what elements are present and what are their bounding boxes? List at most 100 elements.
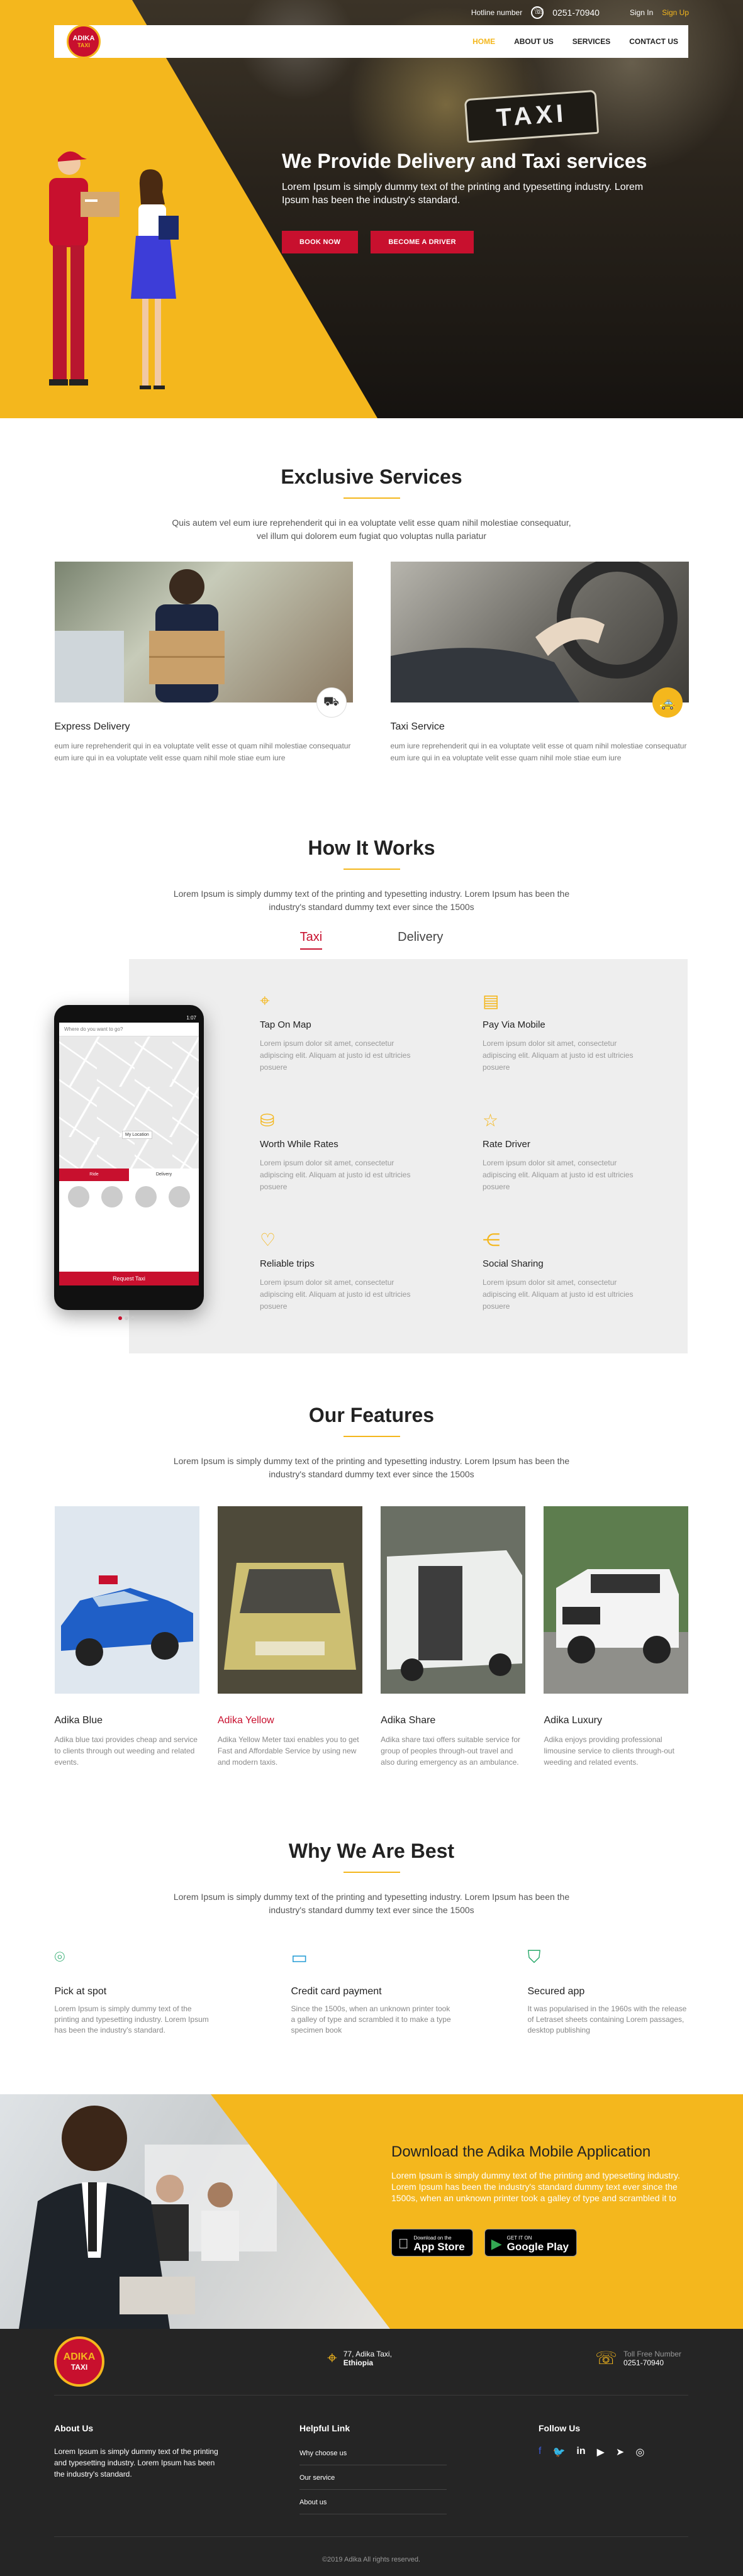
address-line: 77, Adika Taxi,	[343, 2349, 392, 2358]
carousel-dot[interactable]	[131, 1316, 135, 1320]
hero-buttons: BOOK NOW BECOME A DRIVER	[282, 231, 474, 253]
features-section: Our Features Lorem Ipsum is simply dummy…	[0, 1404, 743, 1768]
youtube-icon[interactable]: ▶	[597, 2446, 605, 2458]
carousel-dot[interactable]	[125, 1316, 128, 1320]
phone-screen: 1:07 Where do you want to go? My Locatio…	[59, 1015, 199, 1285]
how-item-title: Worth While Rates	[260, 1139, 338, 1150]
courier-figure	[49, 151, 120, 386]
secure-card-icon: ⛉	[527, 1947, 541, 1967]
blue-car-photo	[54, 1506, 199, 1694]
site-footer: ADIKA TAXI ⌖ 77, Adika Taxi, Ethiopia ☏ …	[0, 2329, 743, 2576]
hotline-number[interactable]: 0251-70940	[552, 8, 600, 18]
title-divider	[343, 1436, 400, 1437]
why-title: Why We Are Best	[288, 1840, 455, 1862]
app-store-button[interactable]:  Download on the App Store	[391, 2229, 473, 2257]
signin-link[interactable]: Sign In	[630, 8, 653, 17]
white-van-photo	[381, 1506, 526, 1694]
how-panel: ⌖ Tap On Map Lorem ipsum dolor sit amet,…	[129, 959, 688, 1353]
services-title: Exclusive Services	[281, 465, 462, 488]
service-card-delivery[interactable]: ⛟ Express Delivery eum iure reprehenderi…	[54, 562, 353, 764]
tab-taxi[interactable]: Taxi	[299, 930, 323, 950]
feature-text: Adika enjoys providing professional limo…	[544, 1735, 674, 1767]
google-play-big: Google Play	[496, 2240, 569, 2253]
twitter-icon[interactable]: 🐦	[552, 2446, 565, 2458]
footer-help-title: Helpful Link	[299, 2423, 350, 2433]
how-item: ▤ Pay Via Mobile Lorem ipsum dolor sit a…	[483, 991, 646, 1074]
footer-logo-text: ADIKA	[63, 2351, 96, 2362]
feature-card-yellow[interactable]: Adika Yellow Adika Yellow Meter taxi ena…	[217, 1506, 362, 1768]
signup-link[interactable]: Sign Up	[662, 8, 689, 17]
service-title: Express Delivery	[54, 721, 130, 732]
map-pin-icon: ⌖	[260, 991, 270, 1010]
hummer-photo	[544, 1506, 689, 1694]
how-title: How It Works	[308, 836, 435, 859]
feature-card-luxury[interactable]: Adika Luxury Adika enjoys providing prof…	[544, 1506, 689, 1768]
nav-home[interactable]: HOME	[472, 37, 495, 46]
delivery-illustration	[49, 151, 179, 389]
yellow-car-photo	[217, 1506, 362, 1694]
truck-icon: ⛟	[316, 687, 347, 718]
nav-contact[interactable]: CONTACT US	[629, 37, 678, 46]
why-item-title: Pick at spot	[54, 1986, 107, 1997]
hero-text: We Provide Delivery and Taxi services Lo…	[282, 150, 691, 207]
my-location-label: My Location	[122, 1131, 152, 1139]
why-item-text: Lorem Ipsum is simply dummy text of the …	[54, 2004, 209, 2035]
how-item-title: Tap On Map	[260, 1019, 311, 1030]
businessman-photo	[0, 2094, 390, 2329]
nav-about[interactable]: ABOUT US	[514, 37, 554, 46]
how-item-title: Rate Driver	[483, 1139, 530, 1150]
download-app-section: Download the Adika Mobile Application Lo…	[0, 2094, 743, 2329]
footer-link-about[interactable]: About us	[299, 2495, 447, 2514]
telegram-icon[interactable]: ➤	[616, 2446, 624, 2458]
hero-section: TAXI Hotline number 0251-70	[0, 0, 743, 418]
how-item-text: Lorem ipsum dolor sit amet, consectetur …	[483, 1278, 634, 1311]
feature-card-share[interactable]: Adika Share Adika share taxi offers suit…	[381, 1506, 526, 1768]
taxi-photo	[390, 562, 689, 702]
instagram-icon[interactable]: ◎	[635, 2446, 644, 2458]
footer-about-text: Lorem Ipsum is simply dummy text of the …	[54, 2447, 218, 2479]
download-title: Download the Adika Mobile Application	[391, 2143, 651, 2160]
service-card-taxi[interactable]: 🚕 Taxi Service eum iure reprehenderit qu…	[390, 562, 689, 764]
book-now-button[interactable]: BOOK NOW	[282, 231, 359, 253]
features-subtitle: Lorem Ipsum is simply dummy text of the …	[173, 1456, 570, 1479]
handshake-icon: ♡	[260, 1230, 276, 1250]
carousel-dot[interactable]	[118, 1316, 122, 1320]
footer-link-our-service[interactable]: Our service	[299, 2470, 447, 2490]
why-item: ▭ Credit card payment Since the 1500s, w…	[291, 1947, 452, 2036]
nav-services[interactable]: SERVICES	[573, 37, 610, 46]
footer-link-why-choose[interactable]: Why choose us	[299, 2446, 447, 2465]
footer-follow-title: Follow Us	[539, 2423, 581, 2433]
feature-card-blue[interactable]: Adika Blue Adika blue taxi provides chea…	[54, 1506, 199, 1768]
footer-logo[interactable]: ADIKA TAXI	[54, 2336, 104, 2387]
carousel-dots	[118, 1316, 135, 1320]
nav-links: HOME ABOUT US SERVICES CONTACT US	[472, 37, 678, 46]
footer-address: ⌖ 77, Adika Taxi, Ethiopia	[327, 2348, 392, 2368]
service-title: Taxi Service	[390, 721, 445, 732]
google-play-button[interactable]: ▶ GET IT ON Google Play	[484, 2229, 577, 2257]
how-subtitle: Lorem Ipsum is simply dummy text of the …	[173, 889, 570, 912]
site-logo[interactable]: ADIKA TAXI	[67, 25, 101, 58]
footer-copyright: ©2019 Adika All rights reserved.	[54, 2536, 688, 2563]
how-item: ⛁ Worth While Rates Lorem ipsum dolor si…	[260, 1110, 423, 1193]
feature-title: Adika Luxury	[544, 1715, 602, 1726]
become-driver-button[interactable]: BECOME A DRIVER	[371, 231, 474, 253]
why-item: ⌾ Pick at spot Lorem Ipsum is simply dum…	[55, 1947, 216, 2036]
app-store-big: App Store	[403, 2240, 465, 2253]
why-item: ⛉ Secured app It was popularised in the …	[528, 1947, 689, 2036]
why-item-title: Credit card payment	[291, 1986, 382, 1997]
topbar: Hotline number 0251-70940 Sign In Sign U…	[471, 6, 689, 19]
taxi-car-icon: 🚕	[652, 687, 683, 718]
logo-text: ADIKA	[72, 35, 95, 42]
how-item-text: Lorem ipsum dolor sit amet, consectetur …	[260, 1039, 411, 1072]
facebook-icon[interactable]: f	[539, 2446, 541, 2458]
google-play-icon: ▶	[481, 2236, 502, 2251]
how-item-text: Lorem ipsum dolor sit amet, consectetur …	[483, 1039, 634, 1072]
linkedin-icon[interactable]: in	[576, 2446, 585, 2458]
why-subtitle: Lorem Ipsum is simply dummy text of the …	[173, 1892, 570, 1915]
phone-tabs: Ride Delivery	[59, 1169, 199, 1181]
toll-free-number[interactable]: 0251-70940	[623, 2358, 681, 2367]
tab-delivery[interactable]: Delivery	[398, 930, 443, 950]
how-item: ⌖ Tap On Map Lorem ipsum dolor sit amet,…	[260, 991, 423, 1074]
feature-text: Adika share taxi offers suitable service…	[381, 1735, 521, 1767]
star-icon: ☆	[483, 1111, 499, 1130]
